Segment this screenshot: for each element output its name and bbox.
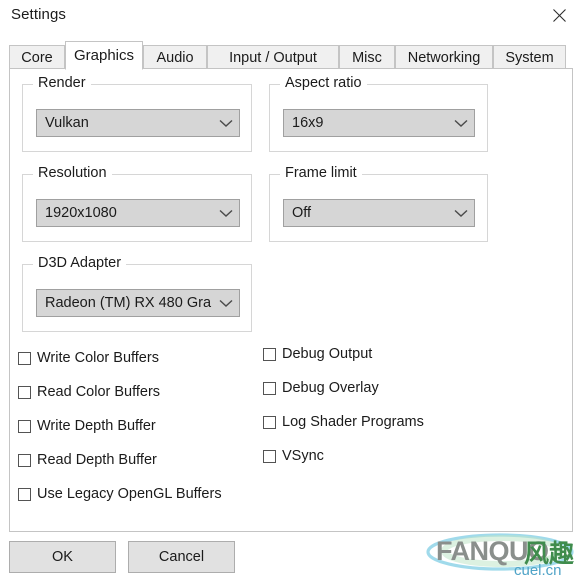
checkbox-label: Log Shader Programs <box>282 414 424 430</box>
aspect-ratio-group: Aspect ratio 16x9 <box>269 75 488 152</box>
checkbox-label: Write Depth Buffer <box>37 418 156 434</box>
checkbox-debug-overlay[interactable]: Debug Overlay <box>263 380 379 396</box>
watermark-cn-text: 风趣 <box>524 539 575 568</box>
checkbox-square-icon <box>18 487 31 501</box>
checkbox-square-icon <box>18 453 31 467</box>
chevron-down-icon <box>448 209 474 218</box>
checkbox-write-depth-buffer[interactable]: Write Depth Buffer <box>18 418 156 434</box>
render-group-title: Render <box>33 75 91 91</box>
checkbox-square-icon <box>263 449 276 463</box>
chevron-down-icon <box>213 209 239 218</box>
resolution-group-title: Resolution <box>33 165 112 181</box>
tab-label: Graphics <box>73 47 135 64</box>
checkbox-debug-output[interactable]: Debug Output <box>263 346 372 362</box>
chevron-down-icon <box>213 299 239 308</box>
aspect-ratio-group-title: Aspect ratio <box>280 75 367 91</box>
checkbox-read-color-buffers[interactable]: Read Color Buffers <box>18 384 160 400</box>
checkbox-vsync[interactable]: VSync <box>263 448 324 464</box>
checkbox-use-legacy-opengl-buffers[interactable]: Use Legacy OpenGL Buffers <box>18 486 222 502</box>
checkbox-square-icon <box>263 381 276 395</box>
checkbox-label: Write Color Buffers <box>37 350 159 366</box>
ok-button-label: OK <box>52 549 73 565</box>
tab-misc[interactable]: Misc <box>339 45 395 69</box>
checkbox-label: Read Depth Buffer <box>37 452 157 468</box>
checkbox-read-depth-buffer[interactable]: Read Depth Buffer <box>18 452 157 468</box>
checkbox-label: Debug Output <box>282 346 373 362</box>
aspect-ratio-combobox[interactable]: 16x9 <box>283 109 475 137</box>
render-group: Render Vulkan <box>22 75 252 152</box>
tab-strip: Core Graphics Audio Input / Output Misc … <box>9 41 573 70</box>
close-button[interactable] <box>536 0 582 30</box>
tab-label: Core <box>21 49 53 66</box>
resolution-combobox[interactable]: 1920x1080 <box>36 199 240 227</box>
watermark-swoosh-icon <box>426 533 574 571</box>
tab-audio[interactable]: Audio <box>143 45 207 69</box>
close-icon <box>552 8 566 22</box>
watermark-main-text: FANQUO <box>436 536 549 566</box>
checkbox-label: Debug Overlay <box>282 380 379 396</box>
checkbox-square-icon <box>18 419 31 433</box>
checkbox-label: Use Legacy OpenGL Buffers <box>37 486 222 502</box>
checkbox-log-shader-programs[interactable]: Log Shader Programs <box>263 414 424 430</box>
tab-core[interactable]: Core <box>9 45 65 69</box>
d3d-adapter-group-title: D3D Adapter <box>33 255 127 271</box>
checkbox-square-icon <box>263 415 276 429</box>
render-combobox[interactable]: Vulkan <box>36 109 240 137</box>
resolution-group: Resolution 1920x1080 <box>22 165 252 242</box>
tab-label: System <box>505 49 554 66</box>
checkbox-square-icon <box>263 347 276 361</box>
watermark: FANQUO 风趣 cuel.cn <box>418 532 582 580</box>
aspect-ratio-combobox-value: 16x9 <box>292 115 324 131</box>
cancel-button[interactable]: Cancel <box>128 541 235 573</box>
checkbox-write-color-buffers[interactable]: Write Color Buffers <box>18 350 159 366</box>
tab-networking[interactable]: Networking <box>395 45 493 69</box>
graphics-tab-panel: Render Vulkan Aspect ratio 16x9 Resoluti… <box>9 68 573 532</box>
chevron-down-icon <box>448 119 474 128</box>
checkbox-square-icon <box>18 351 31 365</box>
tab-input-output[interactable]: Input / Output <box>207 45 339 69</box>
resolution-combobox-value: 1920x1080 <box>45 205 117 221</box>
tab-system[interactable]: System <box>493 45 566 69</box>
checkbox-square-icon <box>18 385 31 399</box>
frame-limit-group: Frame limit Off <box>269 165 488 242</box>
ok-button[interactable]: OK <box>9 541 116 573</box>
checkbox-label: Read Color Buffers <box>37 384 161 400</box>
tab-label: Networking <box>407 49 481 66</box>
tab-label: Misc <box>352 49 382 66</box>
frame-limit-group-title: Frame limit <box>280 165 362 181</box>
chevron-down-icon <box>213 119 239 128</box>
title-bar: Settings <box>0 0 582 38</box>
tab-graphics[interactable]: Graphics <box>65 41 143 70</box>
d3d-adapter-combobox-value: Radeon (TM) RX 480 Gra <box>45 295 212 311</box>
cancel-button-label: Cancel <box>158 549 205 565</box>
d3d-adapter-combobox[interactable]: Radeon (TM) RX 480 Gra <box>36 289 240 317</box>
watermark-sub-text: cuel.cn <box>514 562 562 579</box>
d3d-adapter-group: D3D Adapter Radeon (TM) RX 480 Gra <box>22 255 252 332</box>
checkbox-label: VSync <box>282 448 324 464</box>
tab-label: Audio <box>156 49 194 66</box>
window-title: Settings <box>11 6 66 23</box>
tab-label: Input / Output <box>229 49 317 66</box>
render-combobox-value: Vulkan <box>45 115 89 131</box>
frame-limit-combobox[interactable]: Off <box>283 199 475 227</box>
frame-limit-combobox-value: Off <box>292 205 312 221</box>
